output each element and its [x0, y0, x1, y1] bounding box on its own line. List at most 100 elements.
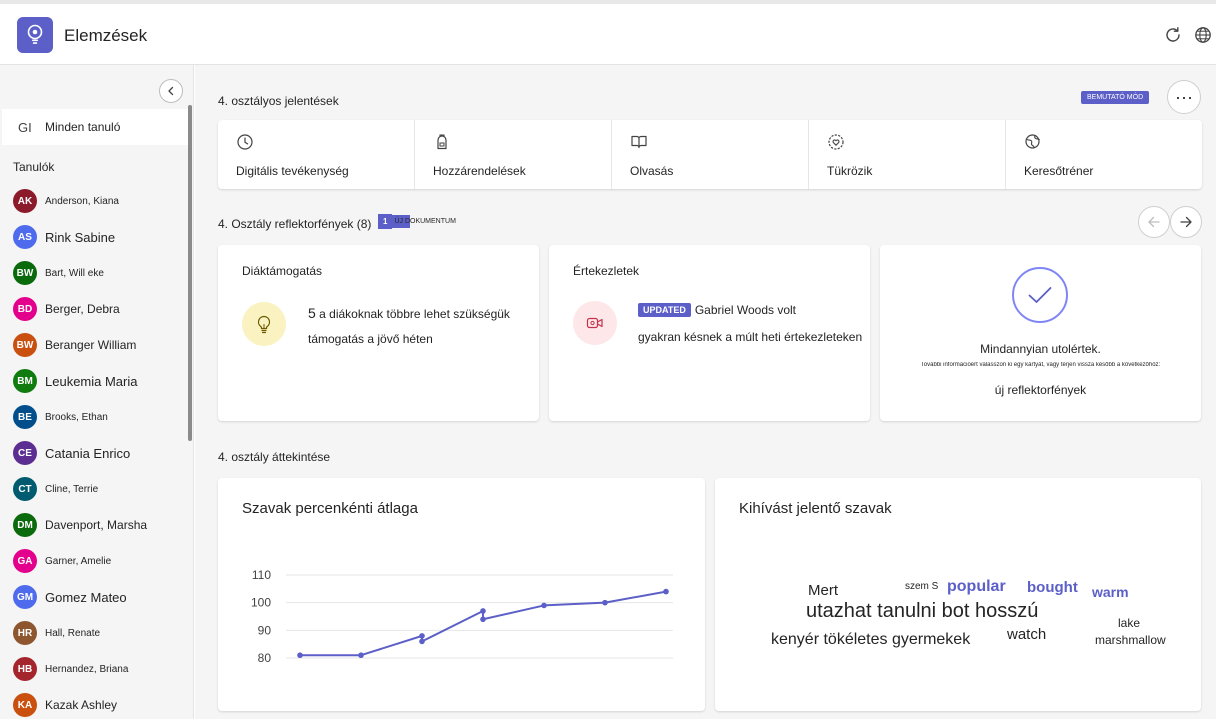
student-item[interactable]: AS Rink Sabine [0, 219, 188, 255]
avatar: BM [13, 369, 37, 393]
student-name: Hernandez, Briana [45, 663, 129, 675]
arrow-right-icon [1180, 216, 1192, 228]
y-tick-label: 90 [258, 623, 272, 637]
app-title: Elemzések [64, 26, 148, 45]
avatar: HR [13, 621, 37, 645]
wpm-data-point[interactable] [602, 599, 608, 606]
wpm-data-point[interactable] [358, 652, 364, 659]
wpm-data-point[interactable] [419, 638, 425, 645]
student-name: Berger, Debra [45, 302, 120, 316]
student-name: Rink Sabine [45, 229, 116, 245]
avatar: CT [13, 477, 37, 501]
y-tick-label: 100 [251, 596, 271, 610]
student-item[interactable]: GA Garner, Amelie [0, 543, 188, 579]
main-content: 4. osztályos jelentések BEMUTATÓ MÓD ···… [195, 65, 1216, 719]
tile-reading[interactable]: Olvasás [612, 120, 809, 189]
student-item[interactable]: BD Berger, Debra [0, 291, 188, 327]
student-support-card[interactable]: Diáktámogatás 5 a diákoknak többre lehet… [218, 245, 539, 421]
wpm-data-point[interactable] [541, 602, 547, 609]
lightbulb-app-icon [17, 17, 53, 53]
meetings-line-1: UPDATED Gabriel Woods volt [638, 303, 796, 317]
student-name: Bart, Will eke [45, 267, 104, 279]
wpm-data-point[interactable] [480, 608, 486, 614]
tile-digital-activity[interactable]: Digitális tevékenység [218, 120, 415, 189]
student-item[interactable]: AK Anderson, Kiana [0, 183, 188, 219]
video-call-icon [573, 301, 617, 345]
student-name: Garner, Amelie [45, 555, 112, 567]
more-options-button[interactable]: ··· [1167, 80, 1201, 114]
student-item[interactable]: BW Bart, Will eke [0, 255, 188, 291]
overview-section-title: 4. osztály áttekintése [218, 450, 331, 464]
avatar: BD [13, 297, 37, 321]
student-item[interactable]: CE Catania Enrico [0, 435, 188, 471]
checkmark-icon [1012, 267, 1068, 323]
refresh-icon[interactable] [1162, 24, 1184, 46]
avatar: AS [13, 225, 37, 249]
report-tiles: Digitális tevékenység Hozzárendelések Ol… [218, 120, 1202, 189]
updated-badge: UPDATED [638, 303, 691, 317]
student-item[interactable]: HR Hall, Renate [0, 615, 188, 651]
student-item[interactable]: HB Hernandez, Briana [0, 651, 188, 687]
wpm-data-point[interactable] [480, 616, 486, 623]
words-per-minute-card[interactable]: Szavak percenkénti átlaga 80 90 100 110 [218, 478, 705, 711]
meetings-card[interactable]: Értekezletek UPDATED Gabriel Woods volt … [549, 245, 870, 421]
challenging-word: watch [1007, 626, 1047, 643]
collapse-sidebar-button[interactable] [159, 79, 183, 103]
challenging-word: Mert [808, 582, 838, 599]
new-document-badge: 1 ÚJ DOKUMENTUM [378, 214, 460, 229]
student-list: AK Anderson, Kiana AS Rink Sabine BW Bart, Wi… [0, 183, 188, 719]
tile-label: Hozzárendelések [433, 164, 526, 178]
caught-up-subtext: További információért válasszon ki egy k… [920, 362, 1161, 368]
spotlights-section-title: 4. Osztály reflektorfények (8) [218, 217, 372, 231]
lightbulb-icon [242, 302, 286, 346]
student-item[interactable]: KA Kazak Ashley [0, 687, 188, 719]
avatar: HB [13, 657, 37, 681]
sidebar-scrollbar[interactable] [188, 105, 192, 441]
y-tick-label: 110 [252, 568, 271, 582]
students-section-label: Tanulók [13, 160, 55, 174]
new-document-count: 1 [378, 214, 393, 229]
wpm-data-point[interactable] [297, 652, 303, 659]
all-students-item[interactable]: GI Minden tanuló [2, 109, 188, 145]
student-item[interactable]: GM Gomez Mateo [0, 579, 188, 615]
globe-icon[interactable] [1192, 24, 1214, 46]
new-document-label: ÚJ DOKUMENTUM [392, 215, 460, 228]
wpm-series-line [300, 590, 667, 657]
student-item[interactable]: DM Davenport, Marsha [0, 507, 188, 543]
challenging-word: lake [1118, 616, 1141, 630]
student-name: Hall, Renate [45, 627, 101, 639]
student-item[interactable]: CT Cline, Terrie [0, 471, 188, 507]
student-name: Gomez Mateo [45, 589, 127, 605]
tile-label: Digitális tevékenység [236, 164, 349, 178]
student-name: Davenport, Marsha [45, 518, 148, 532]
chevron-left-icon [168, 86, 174, 96]
arrow-left-icon [1148, 216, 1160, 228]
backpack-icon [437, 134, 447, 150]
student-name: Beranger William [45, 338, 137, 352]
globe-search-icon [1025, 134, 1041, 149]
student-name: Cline, Terrie [45, 483, 99, 495]
avatar: BW [13, 333, 37, 357]
meetings-line-2: gyakran késnek a múlt heti értekezleteke… [638, 330, 863, 344]
avatar: AK [13, 189, 37, 213]
tile-search-coach[interactable]: Keresőtréner [1006, 120, 1202, 189]
student-name: Anderson, Kiana [45, 195, 119, 207]
new-spotlights-link[interactable]: új reflektorfények [880, 383, 1201, 397]
app-header: Elemzések [0, 0, 1216, 65]
support-line-2: támogatás a jövő héten [308, 332, 433, 346]
wpm-data-point[interactable] [663, 588, 669, 595]
caught-up-card: Mindannyian utolértek. További informáci… [880, 245, 1201, 421]
student-item[interactable]: BM Leukemia Maria [0, 363, 188, 399]
tile-reflect[interactable]: Tükrözik [809, 120, 1006, 189]
next-spotlight-button[interactable] [1170, 206, 1202, 238]
previous-spotlight-button[interactable] [1138, 206, 1170, 238]
tile-assignments[interactable]: Hozzárendelések [415, 120, 612, 189]
tile-label: Keresőtréner [1024, 164, 1094, 178]
student-item[interactable]: BW Beranger William [0, 327, 188, 363]
y-tick-label: 80 [258, 651, 272, 665]
support-line-1: 5 a diákoknak többre lehet szükségük [308, 305, 510, 321]
avatar: KA [13, 693, 37, 717]
challenging-words-card[interactable]: Kihívást jelentő szavak Mert szem S popula… [715, 478, 1201, 711]
wpm-data-point[interactable] [419, 633, 425, 639]
student-item[interactable]: BE Brooks, Ethan [0, 399, 188, 435]
